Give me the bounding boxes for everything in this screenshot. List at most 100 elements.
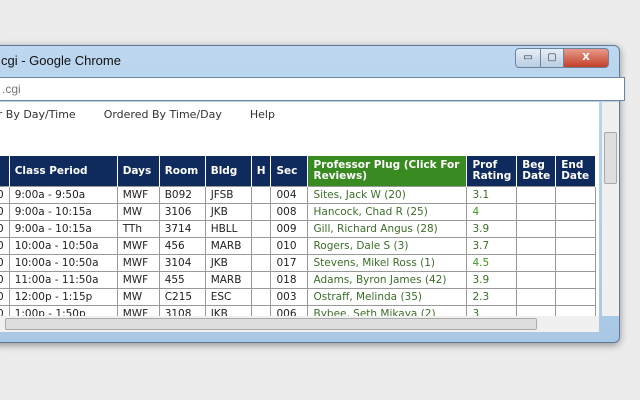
cell-col-professor[interactable]: Bybee, Seth Mikaya (2) <box>307 305 468 316</box>
table-row: 0 9:00a - 10:15a MW 3106 JKB 008 Hancock, Chad… <box>0 203 597 221</box>
cell-col-sec: 004 <box>270 186 309 204</box>
minimize-button[interactable]: ▭ <box>515 48 541 68</box>
nav-link-day-time[interactable]: er By Day/Time <box>0 108 76 121</box>
cell-col-room: 3106 <box>158 203 206 221</box>
cell-col-class-period: 12:00p - 1:15p <box>8 288 118 306</box>
cell-col-professor[interactable]: Ostraff, Melinda (35) <box>307 288 468 306</box>
cell-col-class-period: 9:00a - 10:15a <box>8 203 118 221</box>
header-col-sec: Sec <box>270 156 309 187</box>
cell-col-days: MWF <box>116 271 160 289</box>
nav-menu: er By Day/Time Ordered By Time/Day Help <box>0 108 303 121</box>
cell-col-bldg: HBLL <box>204 220 252 238</box>
header-col-bldg: Bldg <box>205 156 252 187</box>
cell-col-room: 3104 <box>158 254 206 272</box>
cell-col-rating: 4.5 <box>466 254 518 272</box>
page-content: er By Day/Time Ordered By Time/Day Help Cl… <box>0 102 599 316</box>
cell-col-beg-date <box>516 271 557 289</box>
cell-col-rating: 3.1 <box>466 186 518 204</box>
cell-col-bldg: MARB <box>204 237 252 255</box>
cell-col-h <box>250 203 272 221</box>
maximize-button[interactable]: ▢ <box>540 48 564 68</box>
cell-col-partial: 0 <box>0 203 10 221</box>
cell-col-days: MWF <box>116 237 160 255</box>
cell-col-room: B092 <box>158 186 206 204</box>
cell-col-days: MWF <box>116 186 160 204</box>
cell-col-professor[interactable]: Stevens, Mikel Ross (1) <box>307 254 468 272</box>
cell-col-partial: 0 <box>0 305 10 316</box>
cell-col-partial: 0 <box>0 271 10 289</box>
cell-col-class-period: 9:00a - 10:15a <box>8 220 118 238</box>
table-row: 0 12:00p - 1:15p MW C215 ESC 003 Ostraff, Meli… <box>0 288 597 306</box>
cell-col-beg-date <box>516 288 557 306</box>
header-col-professor[interactable]: Professor Plug (Click For Reviews) <box>307 156 468 187</box>
cell-col-bldg: JKB <box>204 305 252 316</box>
table-row: 0 10:00a - 10:50a MWF 456 MARB 010 Rogers, Dal… <box>0 237 597 255</box>
cell-col-beg-date <box>516 254 557 272</box>
cell-col-room: 3108 <box>158 305 206 316</box>
cell-col-sec: 003 <box>270 288 309 306</box>
header-col-h: H <box>251 156 272 187</box>
cell-col-sec: 010 <box>270 237 309 255</box>
cell-col-rating: 3 <box>466 305 518 316</box>
cell-col-class-period: 11:00a - 11:50a <box>8 271 118 289</box>
cell-col-end-date <box>555 203 597 221</box>
cell-col-end-date <box>555 186 597 204</box>
cell-col-class-period: 10:00a - 10:50a <box>8 254 118 272</box>
cell-col-days: MW <box>116 203 160 221</box>
cell-col-h <box>250 288 272 306</box>
table-row: 0 1:00p - 1:50p MWF 3108 JKB 006 Bybee, Seth M… <box>0 305 597 316</box>
cell-col-bldg: MARB <box>204 271 252 289</box>
cell-col-rating: 3.9 <box>466 271 518 289</box>
cell-col-sec: 009 <box>270 220 309 238</box>
cell-col-professor[interactable]: Hancock, Chad R (25) <box>307 203 468 221</box>
cell-col-bldg: JKB <box>204 254 252 272</box>
cell-col-partial: 0 <box>0 186 10 204</box>
class-schedule-table: Class Period Days Room Bldg H Sec Professor Pl… <box>0 156 597 316</box>
cell-col-partial: 0 <box>0 220 10 238</box>
cell-col-end-date <box>555 254 597 272</box>
nav-link-help[interactable]: Help <box>250 108 275 121</box>
nav-link-time-day[interactable]: Ordered By Time/Day <box>104 108 222 121</box>
vertical-scrollbar[interactable] <box>602 102 619 316</box>
header-col-partial <box>0 156 10 187</box>
table-row: 0 11:00a - 11:50a MWF 455 MARB 018 Adams, Byro… <box>0 271 597 289</box>
cell-col-beg-date <box>516 237 557 255</box>
cell-col-h <box>250 237 272 255</box>
cell-col-beg-date <box>516 203 557 221</box>
cell-col-partial: 0 <box>0 288 10 306</box>
cell-col-professor[interactable]: Sites, Jack W (20) <box>307 186 468 204</box>
cell-col-bldg: ESC <box>204 288 252 306</box>
cell-col-bldg: JKB <box>204 203 252 221</box>
header-col-rating: Prof Rating <box>466 156 518 187</box>
cell-col-professor[interactable]: Rogers, Dale S (3) <box>307 237 468 255</box>
cell-col-bldg: JFSB <box>204 186 252 204</box>
header-col-beg-date: Beg Date <box>516 156 557 187</box>
cell-col-rating: 4 <box>466 203 518 221</box>
cell-col-days: MWF <box>116 305 160 316</box>
cell-col-rating: 3.7 <box>466 237 518 255</box>
table-row: 0 9:00a - 10:15a TTh 3714 HBLL 009 Gill, Richa… <box>0 220 597 238</box>
window-title: cgi - Google Chrome <box>1 53 121 68</box>
header-col-room: Room <box>159 156 206 187</box>
cell-col-room: 455 <box>158 271 206 289</box>
header-col-days: Days <box>117 156 160 187</box>
cell-col-h <box>250 254 272 272</box>
horizontal-scrollbar[interactable] <box>0 316 599 332</box>
cell-col-professor[interactable]: Gill, Richard Angus (28) <box>307 220 468 238</box>
cell-col-sec: 017 <box>270 254 309 272</box>
address-bar[interactable]: .cgi <box>0 77 625 101</box>
cell-col-partial: 0 <box>0 254 10 272</box>
cell-col-professor[interactable]: Adams, Byron James (42) <box>307 271 468 289</box>
cell-col-days: MWF <box>116 254 160 272</box>
cell-col-days: TTh <box>116 220 160 238</box>
browser-window: cgi - Google Chrome ▭ ▢ X .cgi er By Day… <box>0 45 625 343</box>
cell-col-end-date <box>555 288 597 306</box>
cell-col-class-period: 9:00a - 9:50a <box>8 186 118 204</box>
close-button[interactable]: X <box>563 48 609 68</box>
cell-col-beg-date <box>516 220 557 238</box>
cell-col-beg-date <box>516 305 557 316</box>
cell-col-h <box>250 220 272 238</box>
cell-col-end-date <box>555 305 597 316</box>
cell-col-h <box>250 186 272 204</box>
cell-col-beg-date <box>516 186 557 204</box>
